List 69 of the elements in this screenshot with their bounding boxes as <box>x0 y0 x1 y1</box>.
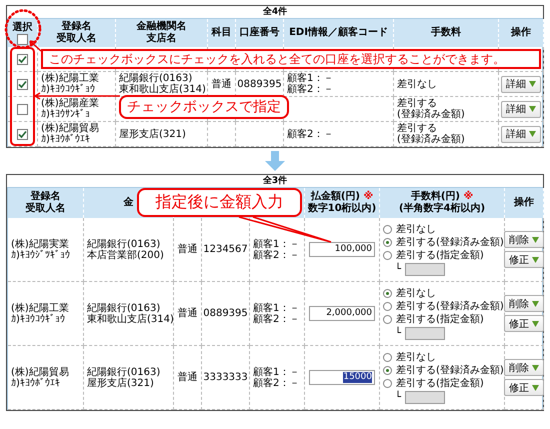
account-type: 普通 <box>212 78 232 90</box>
delete-button[interactable]: 削除 <box>504 295 544 312</box>
indent-mark: └ <box>395 264 402 274</box>
payee-name: (株)紀陽産業 ｶ)ｷﾖｳｻﾝｷﾞｮ <box>41 98 99 120</box>
column-header: 手数料(円) ※ (半角数字4桁以内) <box>398 191 486 215</box>
edit-button[interactable]: 修正 <box>504 315 544 332</box>
bank-branch: 紀陽銀行(0163) 東和歌山支店(314) <box>119 73 206 95</box>
column-header: 口座番号 <box>240 27 280 39</box>
details-button[interactable]: 詳細 <box>501 100 541 118</box>
fee-option-label: 差引する(登録済み金額) <box>396 364 504 376</box>
delete-button[interactable]: 削除 <box>504 359 544 376</box>
fee-option-label: 差引する(指定金額) <box>396 314 484 324</box>
bank-branch: 紀陽銀行(0163) 東和歌山支店(314) <box>87 302 174 324</box>
account-number: 0889395 <box>203 308 248 319</box>
column-header: 払金額(円) ※ 数字10桁以内) <box>308 191 376 215</box>
account-type: 普通 <box>178 244 198 255</box>
payee-name: (株)紀陽工業 ｶ)ｷﾖｳｺｳｷﾞｮｳ <box>41 73 99 95</box>
account-type: 普通 <box>178 308 198 319</box>
account-number: 1234567 <box>203 244 248 255</box>
bank-branch: 屋形支店(321) <box>119 128 186 140</box>
account-number: 0889395 <box>237 78 282 90</box>
fee-setting: 差引なし <box>397 78 437 90</box>
indent-mark: └ <box>395 328 402 338</box>
amount-input[interactable]: 100,000 <box>309 242 375 257</box>
column-header: 登録名 受取人名 <box>26 191 66 215</box>
delete-button[interactable]: 削除 <box>504 231 544 248</box>
fee-option-label: 差引なし <box>396 224 436 234</box>
edit-button[interactable]: 修正 <box>504 379 544 396</box>
record-count: 全3件 <box>262 176 288 186</box>
account-number: 3333333 <box>203 372 248 383</box>
column-header: 操作 <box>511 27 531 39</box>
fee-setting: 差引する (登録済み金額) <box>397 98 465 120</box>
customer-code: 顧客2：－ <box>287 128 334 140</box>
payee-name: (株)紀陽工業 ｶ)ｷﾖｳｺｳｷﾞｮｳ <box>11 302 69 324</box>
column-header: 登録名 受取人名 <box>56 21 96 45</box>
column-header: EDI情報／顧客コード <box>289 27 388 39</box>
payee-name: (株)紀陽貿易 ｶ)ｷﾖｳﾎﾞｳｴｷ <box>41 123 99 145</box>
column-header: 金融機関名 支店名 <box>136 21 186 45</box>
fee-option-label: 差引する(指定金額) <box>396 378 484 388</box>
amount-input[interactable]: 15000 <box>309 370 375 385</box>
column-header: 選択 <box>12 22 32 34</box>
customer-code: 顧客1：－ 顧客2：－ <box>287 73 334 95</box>
fee-option-label: 差引する(登録済み金額) <box>396 236 504 248</box>
account-type: 普通 <box>178 372 198 383</box>
customer-code: 顧客1：－ 顧客2：－ <box>253 238 300 260</box>
fee-option-label: 差引する(登録済み金額) <box>396 300 504 312</box>
column-header: 科目 <box>212 27 232 39</box>
payee-name: (株)紀陽貿易 ｶ)ｷﾖｳﾎﾞｳｴｷ <box>11 366 69 388</box>
customer-code: 顧客1：－ 顧客2：－ <box>253 302 300 324</box>
amount-input[interactable]: 2,000,000 <box>309 306 375 321</box>
fee-option-label: 差引なし <box>396 288 436 298</box>
annotation-callout: 指定後に金額入力 <box>137 188 302 217</box>
customer-code: 顧客1：－ 顧客2：－ <box>253 366 300 388</box>
fee-option-label: 差引なし <box>396 352 436 362</box>
annotation-banner: このチェックボックスにチェックを入れると全ての口座を選択することができます。 <box>41 49 541 69</box>
column-header: 金 <box>124 197 134 209</box>
fee-option-label: 差引する(指定金額) <box>396 250 484 260</box>
column-header: 操作 <box>514 197 534 209</box>
bank-branch: 紀陽銀行(0163) 本店営業部(200) <box>87 238 164 260</box>
fee-setting: 差引する (登録済み金額) <box>397 123 465 145</box>
indent-mark: └ <box>395 392 402 402</box>
edit-button[interactable]: 修正 <box>504 251 544 268</box>
record-count: 全4件 <box>262 7 288 17</box>
column-header: 手数料 <box>431 27 461 39</box>
payee-name: (株)紀陽実業 ｶ)ｷﾖｳｼﾞﾂｷﾞｮｳ <box>11 238 70 260</box>
bank-branch: 紀陽銀行(0163) 屋形支店(321) <box>87 366 160 388</box>
details-button[interactable]: 詳細 <box>501 76 541 92</box>
annotation-callout: チェックボックスで指定 <box>119 95 289 119</box>
details-button[interactable]: 詳細 <box>501 126 541 142</box>
